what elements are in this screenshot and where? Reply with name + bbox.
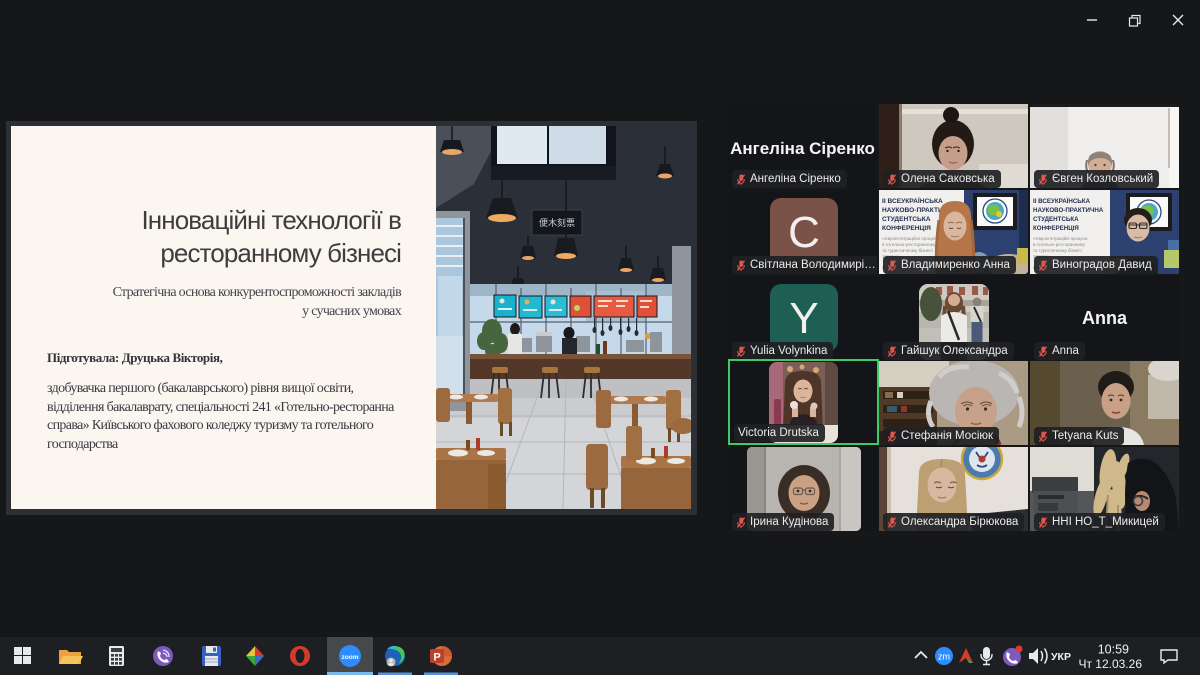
svg-text:Y: Y — [789, 294, 818, 343]
svg-text:Чт 12.03.26: Чт 12.03.26 — [1078, 657, 1142, 671]
svg-text:СТУДЕНТСЬКА: СТУДЕНТСЬКА — [1033, 216, 1079, 223]
svg-text:«Євроінтеграційні процеси: «Євроінтеграційні процеси — [1033, 236, 1088, 241]
svg-text:та туристичному бізнесі: та туристичному бізнесі — [1033, 248, 1082, 253]
svg-text:СТУДЕНТСЬКА: СТУДЕНТСЬКА — [882, 216, 931, 223]
svg-text:НАУКОВО-ПРАКТИЧНА: НАУКОВО-ПРАКТИЧНА — [1033, 207, 1104, 214]
svg-text:P: P — [433, 652, 440, 664]
svg-text:便木刻票: 便木刻票 — [539, 217, 575, 228]
svg-text:в готельно-ресторанному: в готельно-ресторанному — [1033, 242, 1086, 247]
svg-text:ІІ ВСЕУКРАЇНСЬКА: ІІ ВСЕУКРАЇНСЬКА — [1033, 198, 1091, 205]
svg-text:в готельно-ресторанному: в готельно-ресторанному — [882, 242, 937, 247]
svg-text:C: C — [788, 208, 820, 257]
svg-text:КОНФЕРЕНЦІЯ: КОНФЕРЕНЦІЯ — [1033, 225, 1079, 232]
svg-text:«Євроінтеграційні процеси: «Євроінтеграційні процеси — [882, 235, 939, 241]
svg-text:КОНФЕРЕНЦІЯ: КОНФЕРЕНЦІЯ — [882, 225, 931, 232]
svg-text:ІІ ВСЕУКРАЇНСЬКА: ІІ ВСЕУКРАЇНСЬКА — [882, 197, 943, 205]
svg-text:10:59: 10:59 — [1098, 643, 1129, 657]
svg-text:УКР: УКР — [1051, 651, 1071, 663]
svg-text:zoom: zoom — [342, 654, 359, 661]
svg-text:та туристичному бізнесі: та туристичному бізнесі — [882, 248, 933, 253]
svg-text:zm: zm — [938, 652, 950, 662]
